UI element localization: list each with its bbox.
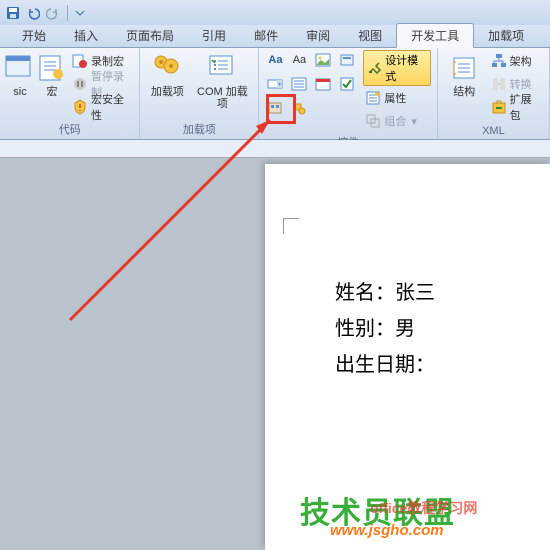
ribbon-tabs: 开始 插入 页面布局 引用 邮件 审阅 视图 开发工具 加载项 [0, 25, 550, 48]
watermark-small: office教程学习网 [370, 498, 477, 518]
group-controls: Aa Aa 设计模式 属性 [259, 48, 437, 139]
date-picker-control-icon[interactable] [313, 74, 333, 94]
design-mode-button[interactable]: 设计模式 [363, 50, 430, 86]
field-label-name: 姓名： [335, 282, 395, 304]
tab-start[interactable]: 开始 [8, 24, 60, 47]
tab-insert[interactable]: 插入 [60, 24, 112, 47]
com-addins-button[interactable]: COM 加载项 [192, 50, 252, 110]
record-icon [72, 53, 88, 69]
plain-text-control-icon[interactable]: Aa [289, 50, 309, 70]
legacy-tools-icon[interactable] [265, 98, 285, 118]
pause-icon [72, 76, 88, 92]
expand-icon [491, 99, 507, 115]
building-block-control-icon[interactable] [337, 50, 357, 70]
watermark-url: www.jsgho.com [330, 522, 444, 539]
group-button: 组合▾ [363, 110, 430, 132]
field-value-name: 张三 [395, 282, 435, 304]
checkbox-control-icon[interactable] [337, 74, 357, 94]
crop-mark-icon [283, 218, 299, 234]
tab-addins[interactable]: 加载项 [474, 24, 538, 47]
dropdown-control-icon[interactable] [289, 74, 309, 94]
transform-icon [491, 76, 507, 92]
save-icon[interactable] [4, 4, 22, 22]
tab-view[interactable]: 视图 [344, 24, 396, 47]
horizontal-ruler [0, 140, 550, 158]
quick-access-toolbar [0, 0, 550, 25]
redo-icon[interactable] [44, 4, 62, 22]
undo-icon[interactable] [24, 4, 42, 22]
qat-dropdown-icon[interactable] [71, 4, 89, 22]
group-icon [365, 113, 381, 129]
group-xml: 结构 架构 转换 扩展包 XML [438, 48, 550, 139]
structure-button[interactable]: 结构 [444, 50, 485, 118]
tab-references[interactable]: 引用 [188, 24, 240, 47]
picture-control-icon[interactable] [313, 50, 333, 70]
expansion-pack-button[interactable]: 扩展包 [489, 96, 543, 118]
macros-button[interactable]: 宏 [38, 50, 66, 118]
schema-button[interactable]: 架构 [489, 50, 543, 72]
tab-review[interactable]: 审阅 [292, 24, 344, 47]
tab-developer[interactable]: 开发工具 [396, 23, 474, 48]
field-label-dob: 出生日期： [335, 354, 435, 376]
visual-basic-button[interactable]: sic [6, 50, 34, 118]
combo-box-control-icon[interactable] [265, 74, 285, 94]
rich-text-control-icon[interactable]: Aa [265, 50, 285, 70]
group-addins: 加载项 COM 加载项 加载项 [140, 48, 259, 139]
schema-icon [491, 53, 507, 69]
tab-layout[interactable]: 页面布局 [112, 24, 188, 47]
more-controls-icon[interactable] [289, 98, 309, 118]
ribbon: sic 宏 录制宏 暂停录制 宏安全性 代码 [0, 48, 550, 140]
security-icon [72, 99, 88, 115]
group-label-xml: XML [444, 123, 543, 139]
properties-icon [365, 90, 381, 106]
properties-button[interactable]: 属性 [363, 87, 430, 109]
group-label-code: 代码 [6, 119, 133, 139]
design-mode-icon [368, 60, 383, 76]
addins-button[interactable]: 加载项 [146, 50, 188, 110]
tab-mail[interactable]: 邮件 [240, 24, 292, 47]
field-value-gender: 男 [395, 318, 415, 340]
macro-security-button[interactable]: 宏安全性 [70, 96, 133, 118]
group-code: sic 宏 录制宏 暂停录制 宏安全性 代码 [0, 48, 140, 139]
field-label-gender: 性别： [335, 318, 395, 340]
group-label-addins: 加载项 [146, 119, 252, 139]
